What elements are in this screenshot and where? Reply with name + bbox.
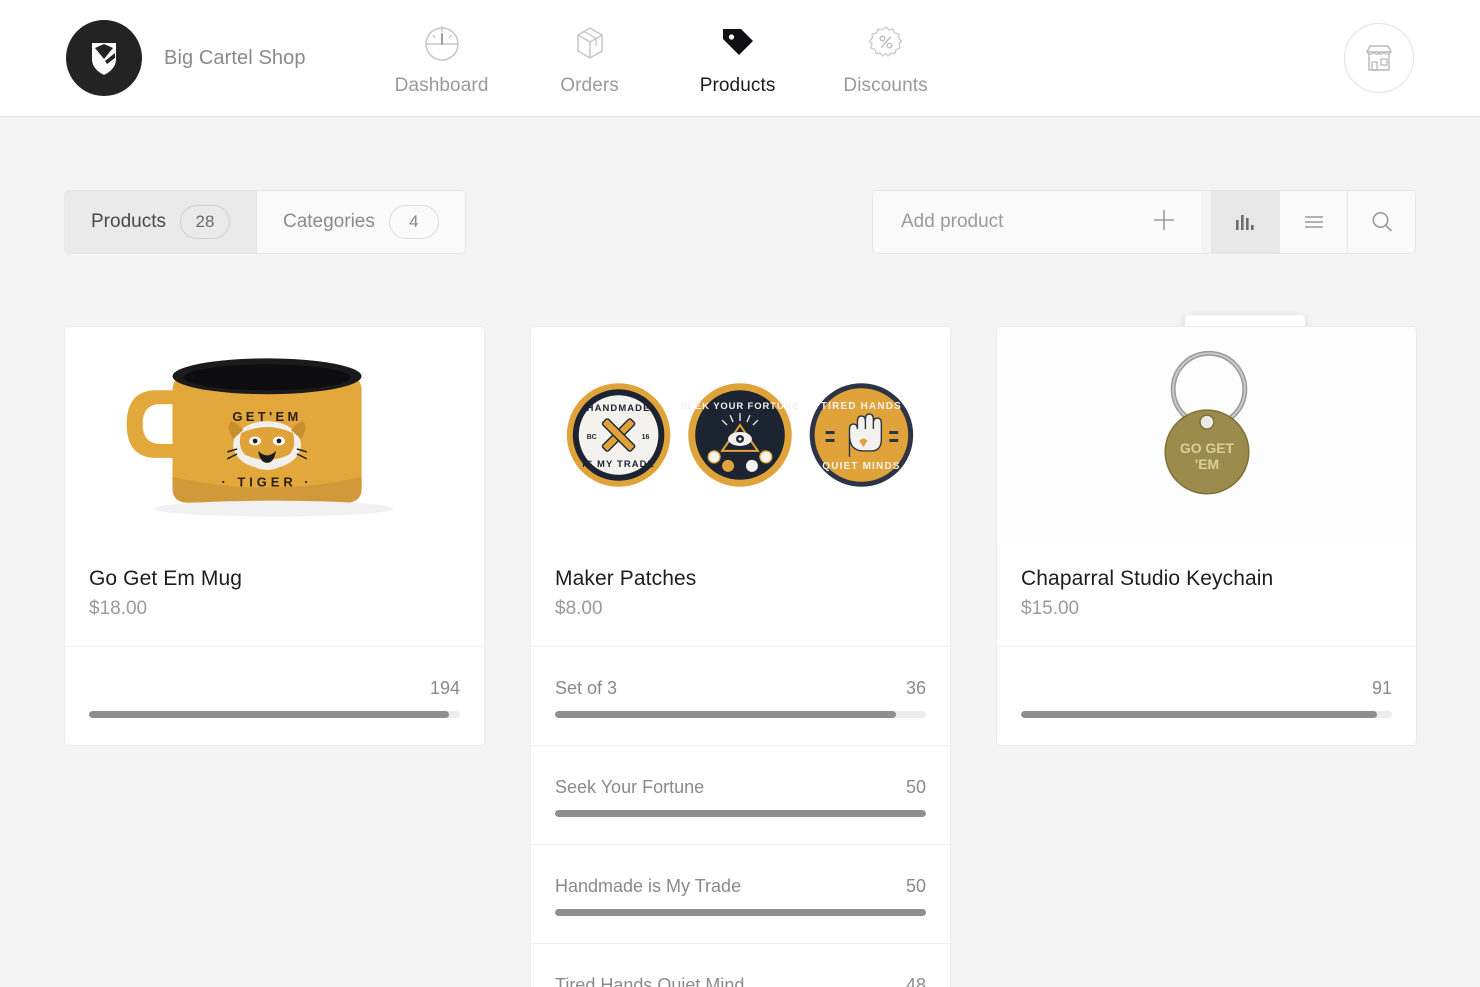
inventory-option-name: Set of 3 <box>555 678 618 698</box>
svg-text:QUIET MINDS: QUIET MINDS <box>822 461 900 472</box>
main-nav: Dashboard Orders Products Discounts <box>368 20 960 97</box>
product-card[interactable]: HANDMADE IS MY TRADE BC 16 SEEK YOUR FOR… <box>530 326 951 987</box>
products-toolbar: Products 28 Categories 4 Add product <box>0 190 1480 471</box>
tag-icon <box>717 20 759 66</box>
inventory-bar-fill <box>1021 711 1378 718</box>
inventory-option-name: Tired Hands Quiet Mind <box>555 975 745 987</box>
nav-label-orders: Orders <box>560 74 619 96</box>
inventory-row: 91 <box>997 646 1416 745</box>
nav-item-orders[interactable]: Orders <box>516 20 664 97</box>
gauge-icon <box>421 20 463 66</box>
view-mode-buttons <box>1211 191 1415 253</box>
product-card[interactable]: GO GET 'EM Chaparral Studio Keychain $15… <box>996 326 1417 746</box>
box-icon <box>569 20 611 66</box>
nav-label-dashboard: Dashboard <box>394 74 489 96</box>
shop-name: Big Cartel Shop <box>164 46 306 69</box>
inventory-count: 194 <box>429 678 460 698</box>
product-title: Go Get Em Mug <box>89 567 243 590</box>
inventory-row: Handmade is My Trade 50 <box>531 844 950 943</box>
svg-text:GO GET: GO GET <box>1180 440 1235 456</box>
big-cartel-logo-icon[interactable] <box>66 20 142 96</box>
inventory-count: 91 <box>1371 678 1392 698</box>
inventory-option-name: Handmade is My Trade <box>555 876 742 896</box>
inventory-icon[interactable] <box>1211 191 1279 253</box>
yellow-enamel-mug-photo: GET'EM · TIGER · <box>65 327 484 543</box>
tab-categories[interactable]: Categories 4 <box>256 191 465 253</box>
inventory-bar-track <box>555 810 926 817</box>
nav-label-products: Products <box>699 74 776 96</box>
inventory-option-name: Seek Your Fortune <box>555 777 705 797</box>
nav-item-discounts[interactable]: Discounts <box>812 20 960 97</box>
product-card[interactable]: GET'EM · TIGER · Go Get Em Mug $18.00 19… <box>64 326 485 746</box>
tab-products-count: 28 <box>179 205 230 239</box>
product-price: $18.00 <box>89 598 148 619</box>
add-product-label: Add product <box>901 211 1004 232</box>
inventory-bar-track <box>555 711 926 718</box>
toolbar-spacer <box>1201 191 1211 253</box>
product-price: $8.00 <box>555 598 603 619</box>
product-info: Maker Patches $8.00 <box>531 543 950 646</box>
inventory-count: 50 <box>905 777 926 797</box>
product-title: Maker Patches <box>555 567 697 590</box>
inventory-bar-fill <box>555 909 926 916</box>
search-icon[interactable] <box>1347 191 1415 253</box>
tab-products-label: Products <box>91 211 166 232</box>
inventory-count: 36 <box>905 678 926 698</box>
svg-text:HANDMADE: HANDMADE <box>587 403 651 414</box>
products-grid: GET'EM · TIGER · Go Get Em Mug $18.00 19… <box>64 326 1417 987</box>
add-product-button[interactable]: Add product <box>873 191 1201 253</box>
inventory-bar-track <box>1021 711 1392 718</box>
inventory-row: Tired Hands Quiet Mind 48 <box>531 943 950 987</box>
inventory-row: Seek Your Fortune 50 <box>531 745 950 844</box>
svg-text:'EM: 'EM <box>1195 456 1219 472</box>
inventory-bar-track <box>555 909 926 916</box>
product-title: Chaparral Studio Keychain <box>1021 567 1274 590</box>
plus-icon <box>1151 207 1177 238</box>
inventory-count: 48 <box>905 975 926 987</box>
svg-text:SEEK YOUR FORTUNE: SEEK YOUR FORTUNE <box>681 401 800 412</box>
toolbar-actions: Add product <box>872 190 1416 254</box>
svg-text:IS MY TRADE: IS MY TRADE <box>582 459 655 470</box>
inventory-bar-track <box>89 711 460 718</box>
brass-keychain-photo: GO GET 'EM <box>997 327 1416 543</box>
product-info: Go Get Em Mug $18.00 <box>65 543 484 646</box>
percent-badge-icon <box>865 20 907 66</box>
nav-item-products[interactable]: Products <box>664 20 812 97</box>
products-page: Big Cartel Shop Dashboard Orders Product… <box>0 0 1480 987</box>
inventory-bar-fill <box>89 711 449 718</box>
inventory-row: 194 <box>65 646 484 745</box>
svg-text:BC: BC <box>587 434 597 441</box>
storefront-icon[interactable] <box>1344 23 1414 93</box>
tab-categories-label: Categories <box>282 211 375 232</box>
top-navigation-bar: Big Cartel Shop Dashboard Orders Product… <box>0 0 1480 117</box>
product-price: $15.00 <box>1021 598 1080 619</box>
inventory-count: 50 <box>905 876 926 896</box>
product-info: Chaparral Studio Keychain $15.00 <box>997 543 1416 646</box>
svg-text:· TIGER ·: · TIGER · <box>221 475 312 490</box>
nav-item-dashboard[interactable]: Dashboard <box>368 20 516 97</box>
svg-text:TIRED HANDS: TIRED HANDS <box>821 401 902 412</box>
svg-text:16: 16 <box>642 434 650 441</box>
tab-categories-count: 4 <box>388 205 439 239</box>
tab-products[interactable]: Products 28 <box>65 191 256 253</box>
inventory-bar-fill <box>555 711 897 718</box>
nav-label-discounts: Discounts <box>843 74 928 96</box>
inventory-bar-fill <box>555 810 926 817</box>
three-embroidered-patches-photo: HANDMADE IS MY TRADE BC 16 SEEK YOUR FOR… <box>531 327 950 543</box>
list-view-icon[interactable] <box>1279 191 1347 253</box>
inventory-row: Set of 3 36 <box>531 646 950 745</box>
brand-area[interactable]: Big Cartel Shop <box>66 20 306 96</box>
view-tabs: Products 28 Categories 4 <box>64 190 466 254</box>
